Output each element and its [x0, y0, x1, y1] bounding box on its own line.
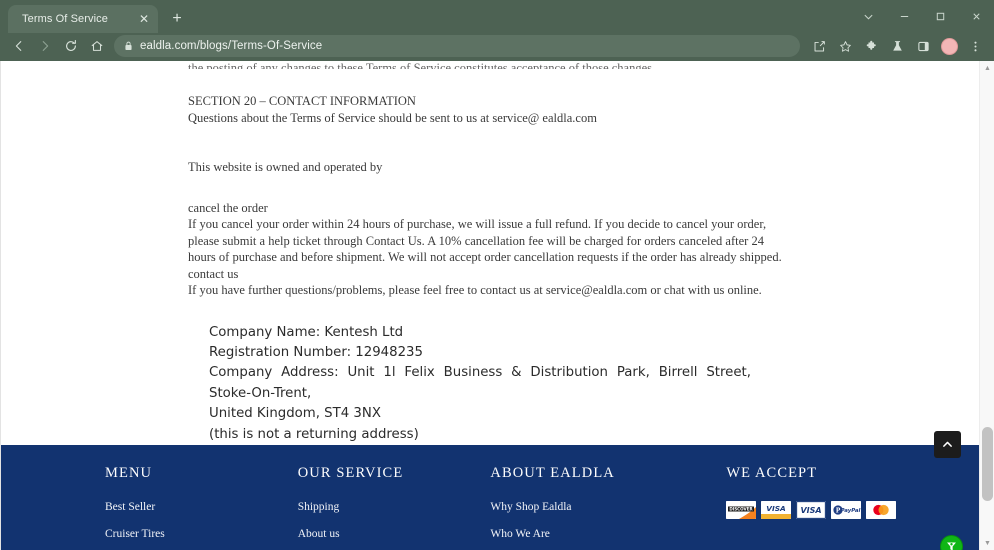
- footer-link-best-seller[interactable]: Best Seller: [105, 501, 298, 513]
- contact-us-heading: contact us: [188, 266, 239, 281]
- clipped-paragraph: the posting of any changes to these Term…: [188, 61, 656, 69]
- company-registration-line: Registration Number: 12948235: [209, 344, 423, 360]
- footer-link-why-shop-ealdla[interactable]: Why Shop Ealdla: [490, 501, 726, 513]
- footer-heading-we-accept: WE ACCEPT: [726, 465, 818, 482]
- new-tab-button[interactable]: +: [164, 6, 190, 32]
- svg-text:PayPal: PayPal: [841, 508, 861, 514]
- footer-link-shipping[interactable]: Shipping: [298, 501, 491, 513]
- cancel-order-text: If you cancel your order within 24 hours…: [188, 217, 782, 264]
- lock-icon: [124, 41, 133, 51]
- footer-heading-about-ealdla: ABOUT EALDLA: [490, 465, 615, 482]
- forward-arrow-icon[interactable]: [32, 34, 58, 58]
- avatar[interactable]: [936, 34, 962, 58]
- browser-viewport: the posting of any changes to these Term…: [0, 61, 994, 550]
- owned-operated-line: This website is owned and operated by: [188, 160, 383, 174]
- puzzle-icon[interactable]: [858, 34, 884, 58]
- footer-link-cruiser-tires[interactable]: Cruiser Tires: [105, 528, 298, 540]
- section-heading: SECTION 20 – CONTACT INFORMATION: [188, 94, 416, 108]
- minimize-icon[interactable]: [886, 0, 922, 33]
- footer-column-our-service: OUR SERVICE Shipping About us Privacy Po…: [298, 465, 491, 550]
- tab-strip: Terms Of Service ✕ +: [0, 0, 994, 33]
- svg-text:DISCOVER: DISCOVER: [730, 507, 754, 512]
- chat-widget-icon[interactable]: [940, 535, 963, 550]
- scrollbar-thumb[interactable]: [982, 427, 993, 501]
- site-footer: MENU Best Seller Cruiser Tires Dirt Bike…: [1, 431, 979, 550]
- three-dot-menu-icon[interactable]: [962, 34, 988, 58]
- page-scrollbar[interactable]: ▲ ▼: [979, 61, 994, 550]
- footer-column-we-accept: WE ACCEPT DISCOVER VISA VISA P PayPal: [726, 465, 919, 550]
- footer-link-about-us[interactable]: About us: [298, 528, 491, 540]
- visa-gold-icon: VISA: [761, 501, 792, 520]
- scroll-to-top-button[interactable]: [934, 431, 961, 459]
- footer-heading-our-service: OUR SERVICE: [297, 465, 404, 482]
- discover-icon: DISCOVER: [726, 501, 757, 520]
- footer-column-menu: MENU Best Seller Cruiser Tires Dirt Bike…: [105, 465, 298, 550]
- visa-icon: VISA: [796, 501, 827, 520]
- back-arrow-icon[interactable]: [6, 34, 32, 58]
- url-text: ealdla.com/blogs/Terms-Of-Service: [140, 40, 323, 52]
- profile-avatar: [940, 37, 958, 55]
- reload-icon[interactable]: [58, 34, 84, 58]
- close-icon[interactable]: [958, 0, 994, 33]
- browser-window: Terms Of Service ✕ + ealdla.com/blogs/Te…: [0, 0, 994, 550]
- scrollbar-up-arrow[interactable]: ▲: [980, 61, 994, 75]
- close-icon[interactable]: ✕: [136, 11, 152, 27]
- mastercard-icon: [866, 501, 897, 520]
- flask-icon[interactable]: [884, 34, 910, 58]
- star-icon[interactable]: [832, 34, 858, 58]
- svg-text:VISA: VISA: [801, 506, 822, 515]
- side-panel-icon[interactable]: [910, 34, 936, 58]
- company-details-block: Company Name: Kentesh Ltd Registration N…: [1, 323, 979, 446]
- company-address-line-1: Company Address: Unit 1l Felix Business …: [209, 365, 751, 401]
- svg-text:VISA: VISA: [767, 505, 787, 514]
- footer-column-about-ealdla: ABOUT EALDLA Why Shop Ealdla Who We Are …: [490, 465, 726, 550]
- chevron-down-icon[interactable]: [850, 0, 886, 33]
- address-bar[interactable]: ealdla.com/blogs/Terms-Of-Service: [114, 35, 800, 57]
- footer-heading-menu: MENU: [105, 465, 153, 482]
- paypal-icon: P PayPal: [831, 501, 862, 520]
- browser-toolbar: ealdla.com/blogs/Terms-Of-Service: [0, 33, 994, 61]
- company-address-line-2: United Kingdom, ST4 3NX: [209, 406, 381, 422]
- home-icon[interactable]: [84, 34, 110, 58]
- browser-tab-terms-of-service[interactable]: Terms Of Service ✕: [8, 5, 158, 33]
- tab-title: Terms Of Service: [22, 13, 108, 25]
- maximize-icon[interactable]: [922, 0, 958, 33]
- legal-text-block: the posting of any changes to these Term…: [1, 61, 979, 299]
- footer-columns: MENU Best Seller Cruiser Tires Dirt Bike…: [1, 465, 979, 550]
- share-icon[interactable]: [806, 34, 832, 58]
- contact-us-text: If you have further questions/problems, …: [188, 283, 762, 297]
- section-text: Questions about the Terms of Service sho…: [188, 110, 597, 125]
- cancel-order-heading: cancel the order: [188, 200, 268, 215]
- footer-link-who-we-are[interactable]: Who We Are: [490, 528, 726, 540]
- chevron-up-icon: [943, 442, 952, 448]
- payment-methods: DISCOVER VISA VISA P PayPal: [726, 501, 919, 520]
- scrollbar-down-arrow[interactable]: ▼: [980, 536, 994, 550]
- company-name-line: Company Name: Kentesh Ltd: [209, 324, 404, 340]
- company-address-note: (this is not a returning address): [209, 426, 419, 442]
- web-page: the posting of any changes to these Term…: [0, 61, 979, 550]
- page-content: the posting of any changes to these Term…: [1, 61, 979, 445]
- window-controls: [850, 0, 994, 33]
